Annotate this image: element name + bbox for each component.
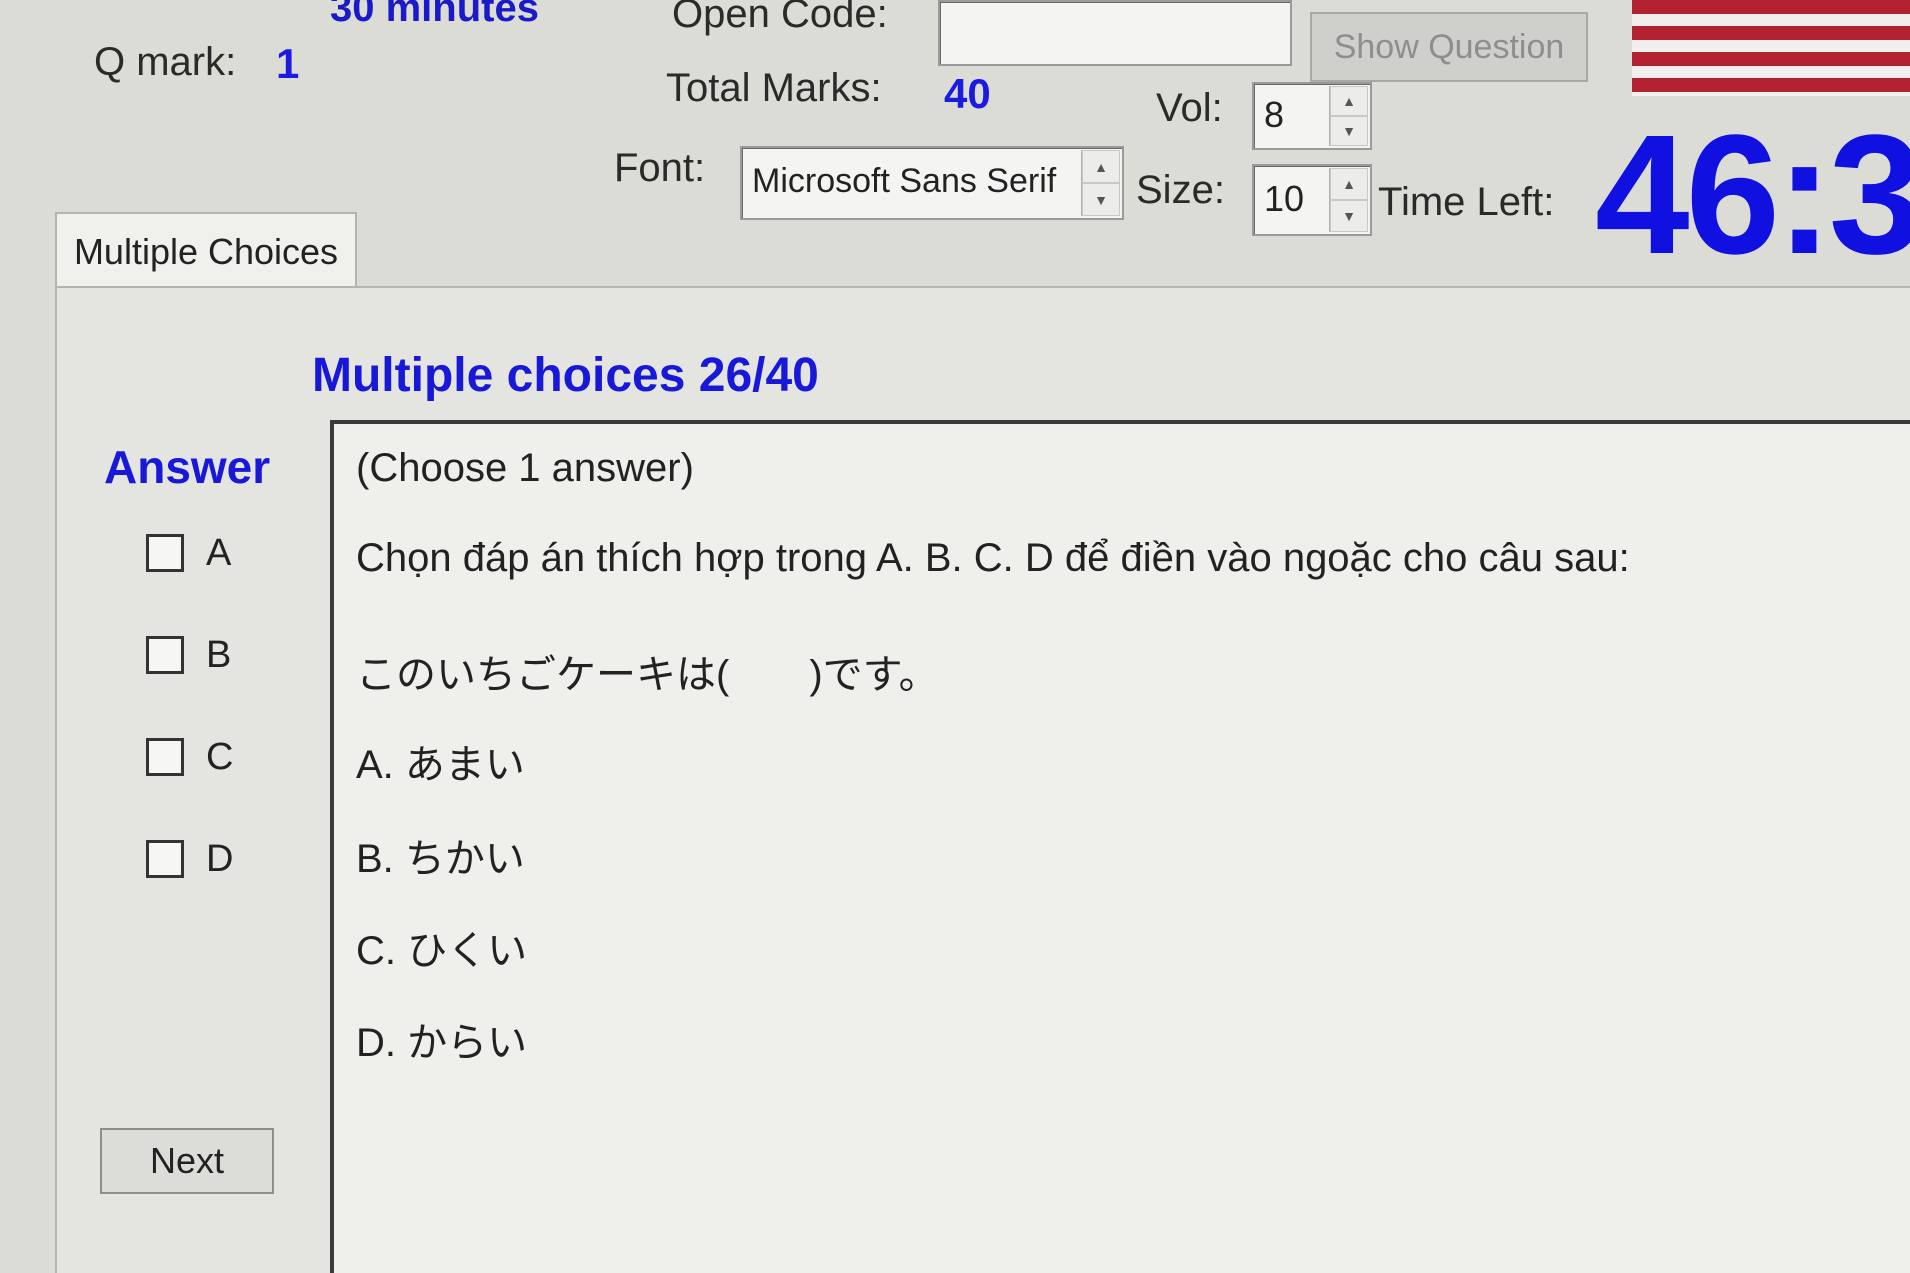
choice-b: B. ちかい — [356, 837, 525, 881]
exam-duration-heading: 30 minutes — [330, 0, 539, 30]
section-title: Multiple choices 26/40 — [312, 349, 819, 402]
vol-label: Vol: — [1156, 86, 1223, 130]
size-label: Size: — [1136, 168, 1225, 212]
show-question-button[interactable]: Show Question — [1310, 12, 1588, 82]
time-left-label: Time Left: — [1378, 180, 1555, 224]
option-letter: A — [206, 531, 232, 574]
open-code-label: Open Code: — [672, 0, 888, 36]
font-select[interactable]: Microsoft Sans Serif ▲ ▼ — [740, 146, 1124, 220]
option-letter: D — [206, 837, 234, 880]
question-box: (Choose 1 answer) Chọn đáp án thích hợp … — [330, 420, 1910, 1273]
choice-a: A. あまい — [356, 743, 525, 787]
q-mark-label: Q mark: — [94, 40, 237, 84]
question-instruction: (Choose 1 answer) — [356, 446, 694, 490]
checkbox[interactable] — [146, 738, 184, 776]
spin-down-icon[interactable]: ▼ — [1082, 183, 1120, 216]
answer-heading: Answer — [104, 441, 271, 493]
vol-stepper[interactable]: 8 ▲ ▼ — [1252, 82, 1372, 150]
checkbox[interactable] — [146, 636, 184, 674]
countdown-timer: 46:3 — [1595, 100, 1910, 290]
vol-spin-buttons[interactable]: ▲ ▼ — [1329, 86, 1368, 146]
q-mark-value: 1 — [276, 40, 300, 87]
answer-option-c[interactable]: C — [146, 734, 233, 780]
choice-c: C. ひくい — [356, 929, 528, 973]
vol-value: 8 — [1264, 94, 1285, 135]
spin-down-icon[interactable]: ▼ — [1330, 116, 1368, 146]
spin-up-icon[interactable]: ▲ — [1330, 168, 1368, 200]
font-value: Microsoft Sans Serif — [752, 162, 1057, 200]
option-letter: C — [206, 735, 234, 778]
checkbox[interactable] — [146, 840, 184, 878]
spin-down-icon[interactable]: ▼ — [1330, 200, 1368, 232]
next-button[interactable]: Next — [100, 1128, 274, 1194]
font-spin-buttons[interactable]: ▲ ▼ — [1081, 150, 1120, 216]
answer-option-b[interactable]: B — [146, 632, 231, 678]
size-spin-buttons[interactable]: ▲ ▼ — [1329, 168, 1368, 232]
checkbox[interactable] — [146, 534, 184, 572]
spin-up-icon[interactable]: ▲ — [1082, 150, 1120, 183]
option-letter: B — [206, 633, 232, 676]
choice-d: D. からい — [356, 1021, 528, 1065]
question-prompt: Chọn đáp án thích hợp trong A. B. C. D đ… — [356, 536, 1630, 580]
tab-multiple-choices[interactable]: Multiple Choices — [55, 212, 357, 290]
us-flag-icon — [1632, 0, 1910, 96]
total-marks-label: Total Marks: — [666, 66, 882, 110]
open-code-input[interactable] — [938, 0, 1292, 66]
spin-up-icon[interactable]: ▲ — [1330, 86, 1368, 116]
question-sentence: このいちごケーキは( )です。 — [356, 653, 939, 697]
answer-option-d[interactable]: D — [146, 836, 233, 882]
size-stepper[interactable]: 10 ▲ ▼ — [1252, 164, 1372, 236]
total-marks-value: 40 — [944, 70, 991, 117]
answer-option-a[interactable]: A — [146, 530, 231, 576]
font-label: Font: — [614, 146, 706, 190]
size-value: 10 — [1264, 178, 1305, 219]
